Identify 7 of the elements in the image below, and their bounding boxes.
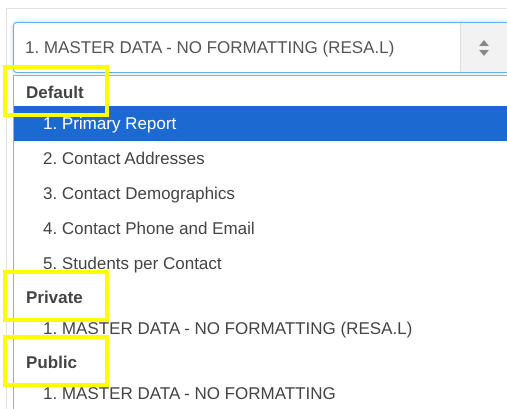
select-value: 1. MASTER DATA - NO FORMATTING (RESA.L) bbox=[24, 36, 396, 58]
group-header: Public bbox=[26, 353, 78, 372]
report-select[interactable]: 1. MASTER DATA - NO FORMATTING (RESA.L) bbox=[13, 22, 507, 73]
dropdown-option[interactable]: 1. Primary Report bbox=[14, 106, 507, 141]
group-header: Private bbox=[26, 288, 83, 307]
group-header: Default bbox=[26, 83, 84, 102]
sort-arrows-icon bbox=[479, 40, 489, 56]
